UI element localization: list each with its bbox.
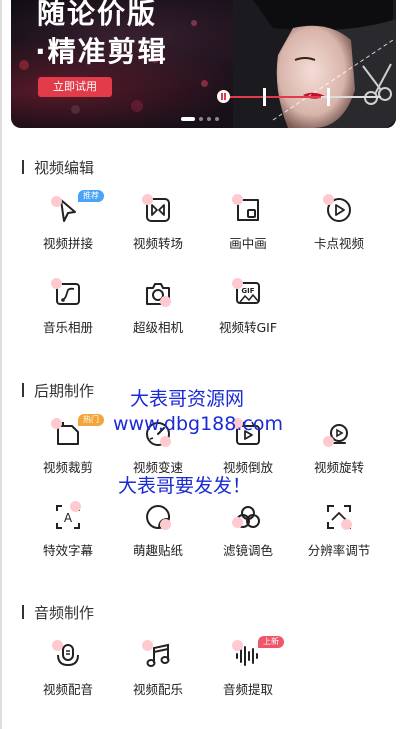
video-timeline[interactable] [217,88,381,106]
section-marker [22,383,24,397]
tool-filter-color[interactable]: 滤镜调色 [203,503,293,559]
tool-label: 视频转GIF [218,320,278,335]
svg-text:A: A [64,511,73,525]
tool-label: 萌趣贴纸 [132,543,183,558]
section-marker [22,605,24,619]
tool-audio-extract[interactable]: 上新 音频提取 [203,636,293,698]
tool-video-crop[interactable]: 热门 视频裁剪 [23,414,113,476]
tool-label: 视频转场 [132,236,183,251]
section-header-video-edit: 视频编辑 [22,157,94,177]
watermark-line2: www.dbg188.com [113,413,283,435]
trim-handle-end[interactable] [327,88,330,106]
tool-label: 视频拼接 [42,236,93,251]
tool-cute-sticker[interactable]: 萌趣贴纸 [113,503,203,559]
pager-dot [215,117,219,121]
banner-title-line1: 随论价版 [37,0,158,30]
badge-new: 上新 [258,636,284,648]
tool-label: 视频配音 [42,682,93,697]
timeline-played [221,96,321,98]
tool-label: 卡点视频 [313,236,364,251]
svg-text:GIF: GIF [241,287,254,295]
section-header-post-production: 后期制作 [22,380,94,400]
tool-label: 音频提取 [222,682,273,697]
tool-video-rotate[interactable]: 视频旋转 [294,420,384,476]
model-photo [233,0,396,128]
tool-video-transition[interactable]: 视频转场 [113,194,203,252]
pause-icon[interactable] [217,90,230,103]
tool-label: 音乐相册 [42,320,93,335]
tool-picture-in-picture[interactable]: 画中画 [203,194,293,252]
section-title: 视频编辑 [34,158,95,177]
tool-video-join[interactable]: 推荐 视频拼接 [23,190,113,252]
tool-super-camera[interactable]: 超级相机 [113,280,203,336]
tool-label: 滤镜调色 [222,543,273,558]
pager-dot [199,117,203,121]
banner-pager [181,116,219,122]
section-title: 后期制作 [34,381,95,400]
tool-label: 分辨率调节 [307,543,371,558]
tool-label: 视频裁剪 [42,460,93,475]
section-marker [22,160,24,174]
section-header-audio-production: 音频制作 [22,602,94,622]
tool-label: 视频配乐 [132,682,183,697]
banner-title-line2: ·精准剪辑 [35,35,168,68]
trim-handle-start[interactable] [263,88,266,106]
tool-video-music[interactable]: 视频配乐 [113,640,203,698]
tool-label: 超级相机 [132,320,183,335]
tool-label: 画中画 [229,236,267,251]
left-edge [0,0,2,729]
section-title: 音频制作 [34,603,95,622]
badge-recommend: 推荐 [78,190,104,202]
pager-dot [207,117,211,121]
tool-beat-video[interactable]: 卡点视频 [294,194,384,252]
tool-music-album[interactable]: 音乐相册 [23,278,113,336]
try-now-button[interactable]: 立即试用 [38,77,112,97]
watermark-line3: 大表哥要发发！ [118,475,252,497]
tool-video-to-gif[interactable]: GIF 视频转GIF [203,278,293,336]
badge-hot: 热门 [78,414,104,426]
tool-video-dubbing[interactable]: 视频配音 [23,640,113,698]
tool-resolution[interactable]: 分辨率调节 [294,503,384,559]
pager-dot-active [181,117,195,121]
watermark-line1: 大表哥资源网 [130,388,245,410]
tool-label: 特效字幕 [42,543,93,558]
tool-label: 视频旋转 [313,460,364,475]
promo-banner[interactable]: 随论价版 ·精准剪辑 立即试用 [11,0,396,128]
tool-effect-subtitle[interactable]: A 特效字幕 [23,501,113,559]
